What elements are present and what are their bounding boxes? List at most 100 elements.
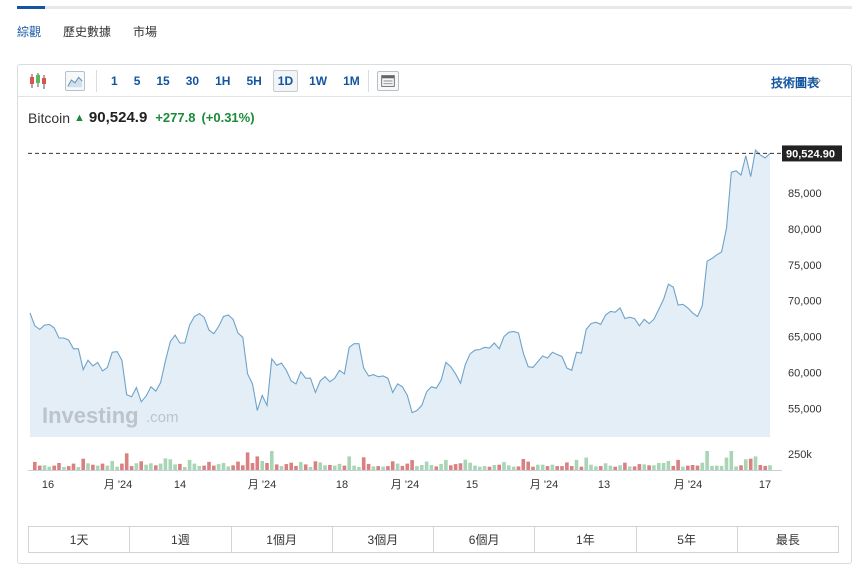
volume-bar [729,451,734,470]
volume-bar [279,466,284,470]
volume-bar [768,465,772,470]
volume-bar [183,467,187,470]
volume-bar [110,461,114,470]
range-1-day[interactable]: 1天 [29,527,131,552]
volume-bar [410,460,414,470]
volume-bar [516,466,521,470]
volume-bar [463,459,468,470]
x-axis-tick-label: 月 '24 [530,479,558,491]
interval-1[interactable]: 1 [106,70,123,92]
volume-bar [168,459,173,470]
volume-bar [158,463,163,470]
volume-bar [86,463,90,470]
volume-bar [671,465,676,470]
range-1-year[interactable]: 1年 [535,527,637,552]
subnav-historical-data[interactable]: 歷史數據 [63,23,111,40]
volume-bar [681,466,685,470]
candlestick-icon[interactable] [28,71,48,91]
line-chart-icon[interactable] [65,71,85,91]
volume-bar [478,466,482,470]
volume-bar [724,457,729,470]
volume-bar [149,463,153,470]
range-1-week[interactable]: 1週 [130,527,232,552]
volume-bar [405,463,410,470]
volume-bar [439,463,443,470]
interval-1m[interactable]: 1M [338,70,365,92]
interval-15[interactable]: 15 [151,70,174,92]
volume-bar [623,462,627,470]
volume-bar [420,465,424,470]
subnav-markets[interactable]: 市場 [133,23,157,40]
y-axis-tick-label: 65,000 [788,332,822,344]
interval-1w[interactable]: 1W [304,70,332,92]
volume-bar [57,463,61,470]
volume-bar [299,462,303,470]
volume-bar [284,464,289,470]
range-5-years[interactable]: 5年 [637,527,738,552]
volume-bar [163,458,168,470]
volume-bar [47,466,52,470]
interval-30[interactable]: 30 [181,70,204,92]
volume-bar [637,464,642,470]
active-tab-indicator [17,6,45,9]
y-axis-tick-label: 85,000 [788,188,822,200]
volume-bar [289,462,293,470]
volume-bar [739,465,743,470]
volume-bar [129,466,134,470]
chart-toolbar: 1 5 15 30 1H 5H 1D 1W 1M 技術圖表 » [18,65,851,97]
x-axis-tick-label: 13 [598,479,610,491]
volume-bar [536,464,540,470]
range-1-month[interactable]: 1個月 [232,527,333,552]
volume-bar [686,465,690,470]
subnav-overview[interactable]: 綜觀 [17,23,41,40]
volume-bar [642,464,646,470]
volume-bar [652,465,656,470]
toolbar-separator [368,70,369,92]
technical-chart-link[interactable]: 技術圖表 [771,74,819,91]
volume-bar [303,464,308,470]
volume-bar [545,466,550,470]
x-axis-tick-label: 14 [174,479,186,491]
volume-bar [91,464,95,470]
volume-bar [705,451,709,470]
volume-bar [540,464,545,470]
calendar-icon[interactable] [377,71,399,91]
last-price-tag-label: 90,524.90 [786,148,835,160]
volume-bar [81,458,85,470]
sub-navigation: 綜觀 歷史數據 市場 [17,23,157,40]
x-axis-tick-label: 15 [466,479,478,491]
range-6-months[interactable]: 6個月 [434,527,536,552]
range-3-months[interactable]: 3個月 [333,527,434,552]
volume-bar [507,465,511,470]
price-change: +277.8 [155,110,196,125]
volume-bar [690,465,695,470]
volume-bar [487,466,492,470]
volume-bar [594,466,598,470]
interval-5[interactable]: 5 [129,70,146,92]
volume-bar [313,461,318,470]
volume-bar [231,465,235,470]
volume-bar [424,461,429,470]
volume-bar [202,465,206,470]
volume-bar [33,461,37,470]
volume-bar [115,466,119,470]
range-max[interactable]: 最長 [738,527,838,552]
interval-5h[interactable]: 5H [241,70,266,92]
interval-1h[interactable]: 1H [210,70,235,92]
interval-1d[interactable]: 1D [272,70,299,92]
volume-bar [618,465,622,470]
volume-bar [76,467,81,470]
volume-bar [734,466,738,470]
volume-bar [603,463,608,470]
volume-bar [62,467,66,470]
x-axis-tick-label: 17 [759,479,771,491]
volume-bar [449,465,453,470]
volume-bar [347,456,351,470]
volume-bar [366,463,371,470]
volume-bar [352,465,356,470]
volume-bar [323,465,327,470]
volume-bar [453,464,458,470]
volume-bar [753,456,758,470]
volume-bar [555,466,559,470]
y-axis-tick-label: 70,000 [788,296,822,308]
